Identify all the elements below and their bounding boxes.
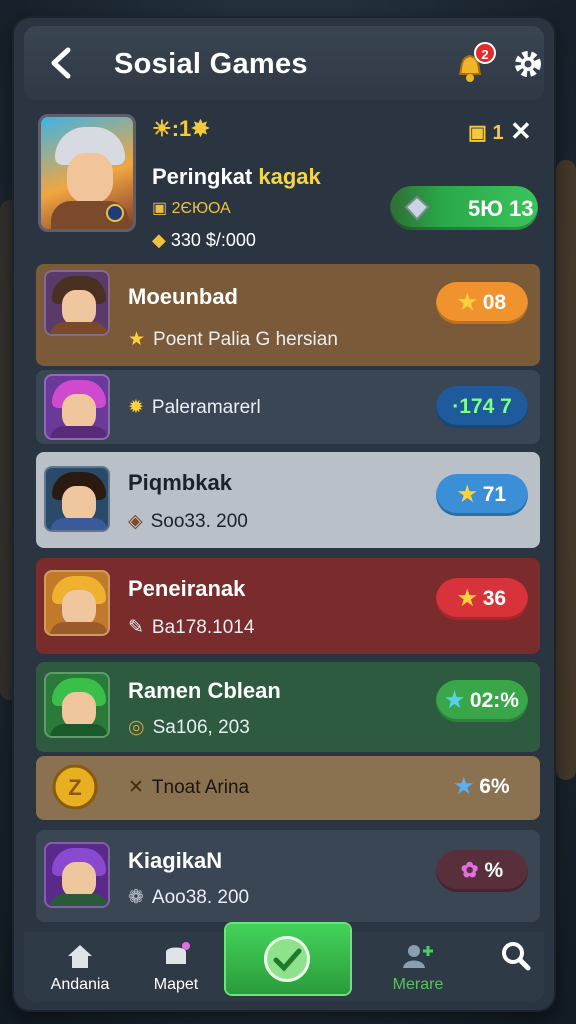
- score-value: 5Ю 13: [468, 196, 534, 221]
- coin-icon: Z: [52, 764, 98, 810]
- rank-highlight: kagak: [258, 164, 321, 189]
- player-detail: ◈ Soo33. 200: [128, 511, 248, 532]
- leaderboard-row[interactable]: Piqmbkak ◈ Soo33. 200 ★ 71: [36, 452, 540, 548]
- nav-label: Merare: [392, 976, 444, 993]
- leaderboard-row[interactable]: Moeunbad ★ Poent Palia G hersian ★ 08: [36, 264, 540, 366]
- player-name: Ramen Cblean: [128, 678, 281, 703]
- nav-label: Andania: [50, 976, 110, 993]
- nav-item-home[interactable]: Andania: [34, 940, 126, 994]
- score-pill[interactable]: 5Ю 13: [390, 186, 538, 230]
- nav-item-search[interactable]: [470, 940, 554, 976]
- svg-text:Z: Z: [68, 775, 81, 800]
- score-pill[interactable]: ★ 08: [436, 282, 528, 324]
- player-detail: ✹ Paleramarerl: [128, 397, 261, 418]
- rank-text: Peringkat: [152, 164, 253, 189]
- header-bar: Sosial Games 2: [24, 26, 544, 100]
- close-icon[interactable]: ✕: [510, 116, 532, 147]
- home-icon: [68, 945, 92, 968]
- leaderboard-row[interactable]: Peneiranak ✎ Ba178.1014 ★ 36: [36, 558, 540, 654]
- avatar: [44, 466, 110, 532]
- confirm-button[interactable]: [226, 924, 350, 994]
- chest-counter: ▣ 1: [468, 122, 504, 144]
- player-detail: ★ Poent Palia G hersian: [128, 329, 338, 350]
- leaderboard-row[interactable]: Z ✕ Tnoat Arina ★ 6%: [36, 756, 540, 820]
- score-pill[interactable]: ✿%: [436, 850, 528, 892]
- status-icons: ☀:1✸: [152, 116, 210, 141]
- crystal-icon: [404, 195, 430, 221]
- leaderboard-row[interactable]: Ramen Cblean ◎ Sa106, 203 ★ 02:%: [36, 662, 540, 752]
- leaderboard-row[interactable]: KiagikaN ❁ Aoo38. 200 ✿%: [36, 830, 540, 922]
- score-pill[interactable]: ·174 7: [436, 386, 528, 428]
- player-name: KiagikaN: [128, 848, 223, 873]
- gear-icon[interactable]: [514, 50, 542, 78]
- social-games-panel: Sosial Games 2 ☀:1✸ Peringkat kagak ▣ 2Є…: [14, 18, 554, 1010]
- player-detail: ❁ Aoo38. 200: [128, 887, 250, 908]
- page-title: Sosial Games: [114, 48, 308, 80]
- player-name: Piqmbkak: [128, 470, 232, 495]
- player-detail: ✕ Tnoat Arina: [128, 777, 250, 798]
- map-icon: [166, 942, 190, 964]
- level-badge-icon: [106, 204, 124, 222]
- player-subtitle: ▣ 2ЄЮОА: [152, 200, 231, 217]
- score-pill[interactable]: ★ 36: [436, 578, 528, 620]
- player-detail: ◎ Sa106, 203: [128, 717, 250, 738]
- avatar: [44, 270, 110, 336]
- background-art-right: [556, 160, 576, 780]
- search-icon: [502, 942, 531, 971]
- avatar: [44, 672, 110, 738]
- avatar: [44, 570, 110, 636]
- nav-item-map[interactable]: Mapet: [130, 940, 222, 994]
- add-friend-icon: [403, 945, 433, 968]
- back-button[interactable]: [46, 46, 78, 80]
- player-detail: ✎ Ba178.1014: [128, 617, 255, 638]
- score-pill[interactable]: ★ 71: [436, 474, 528, 516]
- avatar: [44, 842, 110, 908]
- player-name: Moeunbad: [128, 284, 238, 309]
- player-name: Peneiranak: [128, 576, 246, 601]
- notification-badge: 2: [474, 42, 496, 64]
- rank-label: Peringkat kagak: [152, 164, 321, 190]
- player-coins: ◆ 330 $/:000: [152, 230, 256, 250]
- check-icon: [264, 936, 310, 982]
- score-pill[interactable]: ★ 6%: [436, 766, 528, 808]
- bottom-navigation: Andania Mapet Merare: [24, 924, 544, 1002]
- avatar: [44, 374, 110, 440]
- player-profile-card: ☀:1✸ Peringkat kagak ▣ 2ЄЮОА ◆ 330 $/:00…: [24, 106, 544, 264]
- leaderboard-row[interactable]: ✹ Paleramarerl ·174 7: [36, 370, 540, 444]
- score-pill[interactable]: ★ 02:%: [436, 680, 528, 722]
- nav-label: Mapet: [153, 976, 199, 993]
- nav-item-friends[interactable]: Merare: [372, 940, 464, 994]
